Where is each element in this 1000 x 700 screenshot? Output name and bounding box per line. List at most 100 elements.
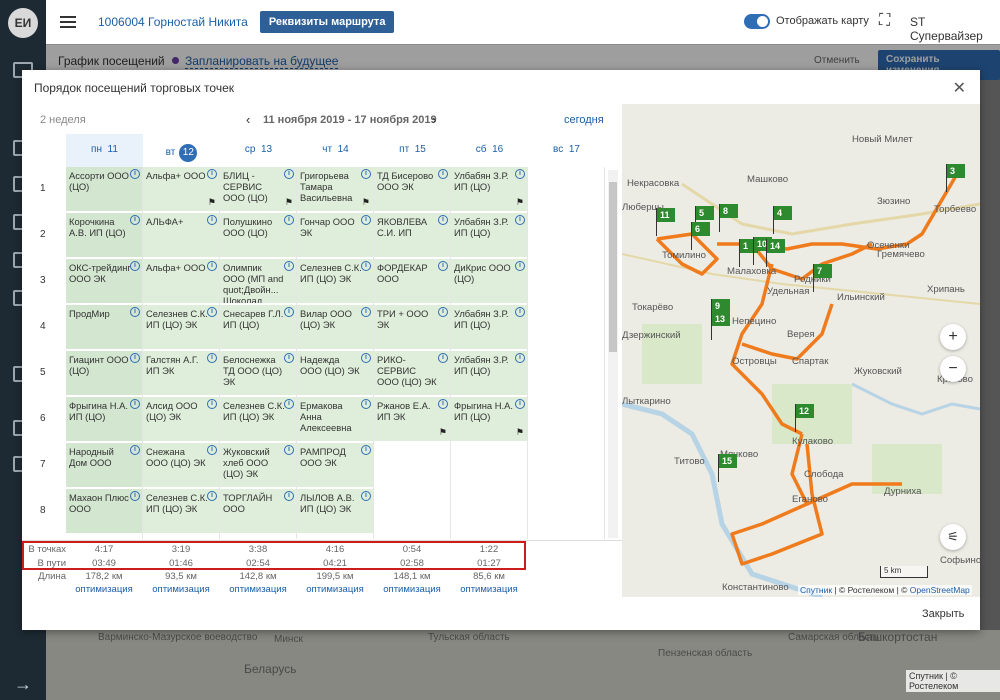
visit-cell[interactable]: Снежана ООО (ЦО) ЭК i [143, 443, 219, 488]
route-marker[interactable]: 6 [691, 222, 710, 250]
visit-cell[interactable]: Гиацинт ООО (ЦО) i [66, 351, 142, 396]
grid-scroll-thumb[interactable] [609, 182, 617, 352]
info-icon[interactable]: i [207, 169, 217, 179]
route-marker[interactable]: 5 [695, 206, 714, 234]
visit-cell[interactable]: Селезнев С.К. ИП (ЦО) ЭК i [220, 397, 296, 442]
info-icon[interactable]: i [130, 399, 140, 409]
visit-cell[interactable]: Селезнев С.К. ИП (ЦО) ЭК i [297, 259, 373, 304]
visit-cell[interactable]: Вилар ООО (ЦО) ЭК i [297, 305, 373, 350]
info-icon[interactable]: i [361, 353, 371, 363]
info-icon[interactable]: i [284, 353, 294, 363]
day-header-mon[interactable]: пн 11 [66, 134, 143, 167]
visit-cell[interactable]: ТРИ + ООО ЭК i [374, 305, 450, 350]
route-marker[interactable]: 4 [773, 206, 792, 234]
visit-cell[interactable]: ДиКрис ООО (ЦО) i [451, 259, 527, 304]
info-icon[interactable]: i [361, 445, 371, 455]
avatar[interactable]: ЕИ [8, 8, 38, 38]
visit-cell[interactable] [374, 489, 450, 534]
info-icon[interactable]: i [130, 169, 140, 179]
info-icon[interactable]: i [438, 353, 448, 363]
visit-cell[interactable] [451, 443, 527, 488]
optimize-link[interactable]: оптимизация [143, 584, 219, 595]
info-icon[interactable]: i [284, 491, 294, 501]
info-icon[interactable]: i [284, 307, 294, 317]
visit-cell[interactable]: Улбабян З.Р. ИП (ЦО) i [451, 213, 527, 258]
info-icon[interactable]: i [438, 169, 448, 179]
visit-cell[interactable]: Алсид ООО (ЦО) ЭК i [143, 397, 219, 442]
visit-cell[interactable]: БЛИЦ - СЕРВИС ООО (ЦО) i ⚑ [220, 167, 296, 212]
route-marker[interactable]: 13 [711, 312, 730, 340]
info-icon[interactable]: i [207, 445, 217, 455]
visit-cell[interactable]: ФОРДЕКАР ООО i [374, 259, 450, 304]
info-icon[interactable]: i [207, 399, 217, 409]
visit-cell[interactable]: Селезнев С.К. ИП (ЦО) ЭК i [143, 305, 219, 350]
route-marker[interactable]: 11 [656, 208, 675, 236]
zoom-out-button[interactable]: − [940, 356, 966, 382]
visit-cell[interactable] [374, 443, 450, 488]
info-icon[interactable]: i [130, 307, 140, 317]
info-icon[interactable]: i [130, 261, 140, 271]
route-marker[interactable]: 15 [718, 454, 737, 482]
route-details-button[interactable]: Реквизиты маршрута [259, 11, 395, 33]
route-marker[interactable]: 9 [711, 299, 730, 327]
menu-icon[interactable] [60, 16, 76, 28]
expand-arrow-icon[interactable]: → [14, 674, 32, 695]
visit-cell[interactable]: ТОРГЛАЙН ООО i [220, 489, 296, 534]
route-marker[interactable]: 7 [813, 264, 832, 292]
visit-cell[interactable]: Григорьева Тамара Васильевна i ⚑ [297, 167, 373, 212]
route-map[interactable]: Некрасовка Новый Милет Машково Люберцы Зюзин… [622, 104, 980, 597]
network-icon[interactable]: ⛶ [879, 12, 890, 30]
route-marker[interactable]: 14 [766, 239, 785, 267]
info-icon[interactable]: i [515, 399, 525, 409]
route-marker[interactable]: 3 [946, 164, 965, 192]
visit-cell[interactable]: Олимпик ООО (МП and quot;Двойн... Шокола… [220, 259, 296, 304]
info-icon[interactable]: i [438, 215, 448, 225]
info-icon[interactable]: i [207, 261, 217, 271]
visit-cell[interactable]: РАМПРОД ООО ЭК i [297, 443, 373, 488]
close-icon[interactable]: ✕ [953, 78, 966, 98]
chevron-right-icon[interactable]: › [432, 112, 436, 127]
visit-cell[interactable]: ТД Бисерово ООО ЭК i [374, 167, 450, 212]
visit-cell[interactable]: ОКС-трейдинг ООО ЭК i [66, 259, 142, 304]
route-marker[interactable]: 8 [719, 204, 738, 232]
route-marker[interactable]: 12 [795, 404, 814, 432]
optimize-link[interactable]: оптимизация [220, 584, 296, 595]
info-icon[interactable]: i [515, 261, 525, 271]
visit-cell[interactable]: Ассорти ООО (ЦО) i [66, 167, 142, 212]
info-icon[interactable]: i [207, 307, 217, 317]
visit-cell[interactable]: Улбабян З.Р. ИП (ЦО) i [451, 351, 527, 396]
optimize-link[interactable]: оптимизация [297, 584, 373, 595]
visit-cell[interactable]: Корочкина А.В. ИП (ЦО) i [66, 213, 142, 258]
info-icon[interactable]: i [207, 353, 217, 363]
visit-cell[interactable]: ЛЫЛОВ А.В. ИП (ЦО) ЭК i [297, 489, 373, 534]
info-icon[interactable]: i [361, 399, 371, 409]
visit-cell[interactable]: Улбабян З.Р. ИП (ЦО) i [451, 305, 527, 350]
route-name-link[interactable]: 1006004 Горностай Никита [98, 15, 248, 29]
visit-cell[interactable]: Гончар ООО ЭК i [297, 213, 373, 258]
visit-cell[interactable]: РИКО-СЕРВИС ООО (ЦО) ЭК i [374, 351, 450, 396]
visit-cell[interactable]: Полушкино ООО (ЦО) i [220, 213, 296, 258]
day-header-sun[interactable]: вс 17 [528, 134, 605, 167]
close-button[interactable]: Закрыть [922, 608, 964, 620]
visit-cell[interactable]: Махаон Плюс ООО i [66, 489, 142, 534]
visit-cell[interactable]: Фрыгина Н.А. ИП (ЦО) i ⚑ [451, 397, 527, 442]
info-icon[interactable]: i [438, 261, 448, 271]
visit-cell[interactable]: Снесарев Г.Л. ИП (ЦО) i [220, 305, 296, 350]
info-icon[interactable]: i [438, 307, 448, 317]
info-icon[interactable]: i [515, 353, 525, 363]
info-icon[interactable]: i [515, 215, 525, 225]
day-header-sat[interactable]: сб 16 [451, 134, 528, 167]
visit-cell[interactable]: ПродМир i [66, 305, 142, 350]
visit-cell[interactable]: Надежда ООО (ЦО) ЭК i [297, 351, 373, 396]
visit-cell[interactable]: Белоснежка ТД ООО (ЦО) ЭК i [220, 351, 296, 396]
info-icon[interactable]: i [207, 491, 217, 501]
visit-cell[interactable]: АЛЬФА+ i [143, 213, 219, 258]
info-icon[interactable]: i [361, 491, 371, 501]
optimize-link[interactable]: оптимизация [66, 584, 142, 595]
info-icon[interactable]: i [361, 215, 371, 225]
week-selector[interactable]: 2 неделя [40, 114, 86, 126]
visit-cell[interactable]: Фрыгина Н.А. ИП (ЦО) i [66, 397, 142, 442]
day-header-fri[interactable]: пт 15 [374, 134, 451, 167]
visit-cell[interactable]: Народный Дом ООО i [66, 443, 142, 488]
info-icon[interactable]: i [284, 445, 294, 455]
